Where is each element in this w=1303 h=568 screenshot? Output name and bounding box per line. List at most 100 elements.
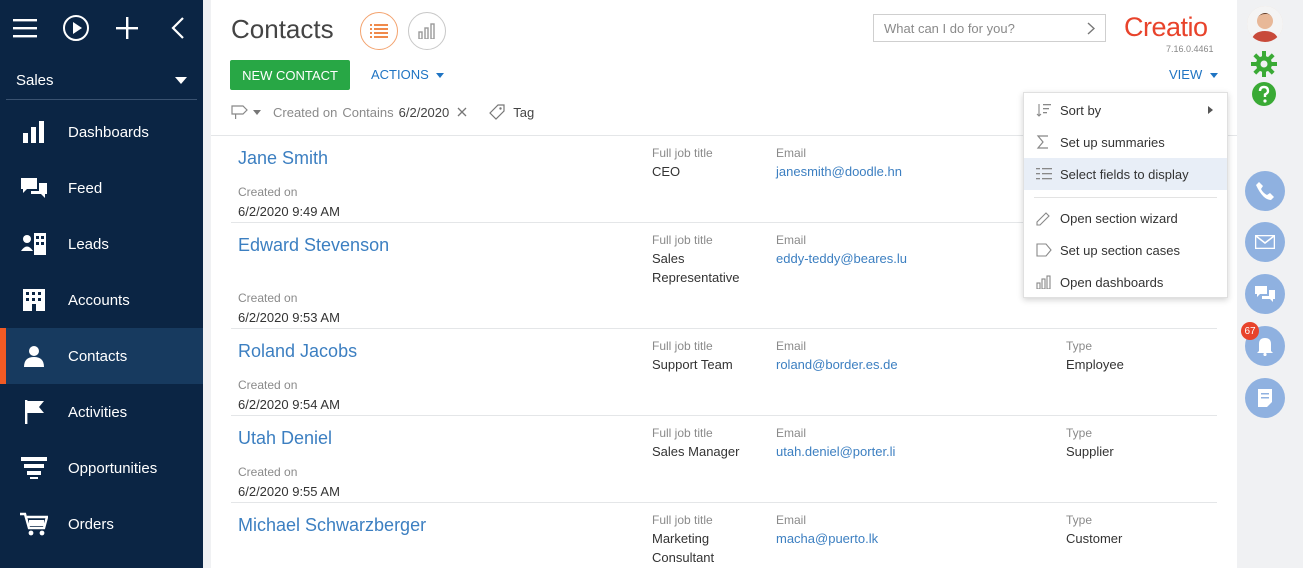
- pencil-icon: [1036, 211, 1050, 226]
- type-value: Supplier: [1066, 444, 1114, 459]
- type-value: Customer: [1066, 531, 1123, 546]
- command-search-input[interactable]: What can I do for you?: [873, 14, 1106, 42]
- filter-tag-icon: [231, 105, 248, 119]
- sidebar-item-label: Feed: [68, 179, 103, 197]
- add-button[interactable]: [102, 0, 153, 56]
- job-title-label: Full job title: [652, 339, 713, 353]
- job-title-value-line2: Representative: [652, 270, 740, 285]
- contact-name-link[interactable]: Jane Smith: [238, 148, 328, 169]
- avatar[interactable]: [1247, 6, 1283, 42]
- bar-chart-icon: [23, 121, 44, 143]
- flag-icon: [25, 400, 44, 424]
- filter-field[interactable]: Created on: [273, 105, 337, 120]
- contact-name-link[interactable]: Utah Deniel: [238, 428, 332, 449]
- phone-button[interactable]: [1245, 171, 1285, 211]
- view-label: VIEW: [1169, 67, 1203, 82]
- email-link[interactable]: utah.deniel@porter.li: [776, 442, 895, 461]
- email-label: Email: [776, 513, 807, 527]
- caret-down-icon: [436, 73, 445, 79]
- created-label: Created on: [238, 291, 298, 305]
- workspace-select[interactable]: Sales: [6, 62, 197, 100]
- sidebar-item-accounts[interactable]: Accounts: [0, 272, 203, 328]
- sidebar-toolbar: [0, 0, 203, 56]
- filter-menu-button[interactable]: [231, 105, 261, 119]
- view-menu-button[interactable]: VIEW: [1169, 67, 1218, 82]
- menu-divider: [1034, 197, 1217, 198]
- chevron-left-icon: [171, 17, 184, 39]
- email-link[interactable]: roland@border.es.de: [776, 355, 898, 374]
- version-label: 7.16.0.4461: [1166, 44, 1214, 54]
- contact-name-link[interactable]: Michael Schwarzberger: [238, 515, 426, 536]
- menu-item-section-cases[interactable]: Set up section cases: [1024, 234, 1227, 266]
- sidebar-item-opportunities[interactable]: Opportunities: [0, 440, 203, 496]
- settings-button[interactable]: [1251, 51, 1277, 80]
- job-title-label: Full job title: [652, 513, 713, 527]
- menu-item-sort-by[interactable]: Sort by: [1024, 94, 1227, 126]
- sidebar-item-feed[interactable]: Feed: [0, 160, 203, 216]
- bell-icon: [1257, 338, 1273, 356]
- caret-down-icon: [253, 109, 261, 115]
- table-row[interactable]: Michael Schwarzberger Full job title Mar…: [231, 503, 1217, 568]
- email-label: Email: [776, 339, 807, 353]
- menu-item-select-fields[interactable]: Select fields to display: [1024, 158, 1227, 190]
- sidebar-item-contacts[interactable]: Contacts: [0, 328, 203, 384]
- type-label: Type: [1066, 513, 1093, 527]
- play-icon: [63, 15, 90, 41]
- process-run-button[interactable]: [51, 0, 102, 56]
- actions-menu-button[interactable]: ACTIONS: [371, 67, 445, 82]
- email-link[interactable]: janesmith@doodle.hn: [776, 162, 902, 181]
- table-row[interactable]: Roland Jacobs Created on 6/2/2020 9:54 A…: [231, 329, 1217, 416]
- job-title-label: Full job title: [652, 146, 713, 160]
- contact-name-link[interactable]: Roland Jacobs: [238, 341, 357, 362]
- feed-button[interactable]: [1245, 274, 1285, 314]
- sidebar-item-leads[interactable]: Leads: [0, 216, 203, 272]
- bar-chart-icon: [418, 23, 435, 39]
- cart-icon: [20, 512, 48, 536]
- menu-toggle-button[interactable]: [0, 0, 51, 56]
- plus-icon: [115, 17, 138, 39]
- sidebar-item-label: Opportunities: [68, 459, 158, 477]
- remove-filter-button[interactable]: [457, 107, 467, 117]
- sidebar: Sales Dashboards Feed Leads Accounts Con…: [0, 0, 203, 568]
- sidebar-item-dashboards[interactable]: Dashboards: [0, 104, 203, 160]
- analytics-view-button[interactable]: [408, 12, 446, 50]
- actions-label: ACTIONS: [371, 67, 429, 82]
- list-icon: [370, 24, 388, 38]
- menu-item-section-wizard[interactable]: Open section wizard: [1024, 202, 1227, 234]
- tag-label: Tag: [513, 104, 535, 120]
- created-value: 6/2/2020 9:54 AM: [238, 397, 340, 412]
- fields-list-icon: [1036, 168, 1052, 180]
- type-label: Type: [1066, 426, 1093, 440]
- menu-item-set-up-summaries[interactable]: Set up summaries: [1024, 126, 1227, 158]
- back-button[interactable]: [152, 0, 203, 56]
- email-label: Email: [776, 233, 807, 247]
- created-value: 6/2/2020 9:55 AM: [238, 484, 340, 499]
- email-link[interactable]: macha@puerto.lk: [776, 529, 878, 548]
- contact-name-link[interactable]: Edward Stevenson: [238, 235, 389, 256]
- document-icon: [1258, 389, 1272, 407]
- bar-chart-icon: [1036, 275, 1051, 289]
- menu-item-open-dashboards[interactable]: Open dashboards: [1024, 266, 1227, 298]
- esq-button[interactable]: [1245, 378, 1285, 418]
- sidebar-item-orders[interactable]: Orders: [0, 496, 203, 552]
- table-row[interactable]: Utah Deniel Created on 6/2/2020 9:55 AM …: [231, 416, 1217, 503]
- list-view-button[interactable]: [360, 12, 398, 50]
- notifications-count-badge: 67: [1241, 322, 1259, 340]
- type-value: Employee: [1066, 357, 1124, 372]
- filter-value[interactable]: 6/2/2020: [399, 105, 450, 120]
- menu-item-label: Set up summaries: [1060, 134, 1165, 150]
- sigma-icon: [1036, 135, 1048, 149]
- email-link[interactable]: eddy-teddy@beares.lu: [776, 249, 907, 268]
- job-title-value: Sales Manager: [652, 444, 740, 459]
- case-arrow-icon: [1036, 243, 1052, 257]
- email-button[interactable]: [1245, 222, 1285, 262]
- created-value: 6/2/2020 9:49 AM: [238, 204, 340, 219]
- new-contact-button[interactable]: NEW CONTACT: [230, 60, 350, 90]
- sidebar-item-activities[interactable]: Activities: [0, 384, 203, 440]
- tag-button[interactable]: Tag: [489, 104, 534, 120]
- help-button[interactable]: [1251, 81, 1277, 110]
- email-label: Email: [776, 426, 807, 440]
- menu-item-label: Set up section cases: [1060, 242, 1180, 258]
- filter-operator[interactable]: Contains: [342, 105, 393, 120]
- menu-item-label: Sort by: [1060, 102, 1102, 118]
